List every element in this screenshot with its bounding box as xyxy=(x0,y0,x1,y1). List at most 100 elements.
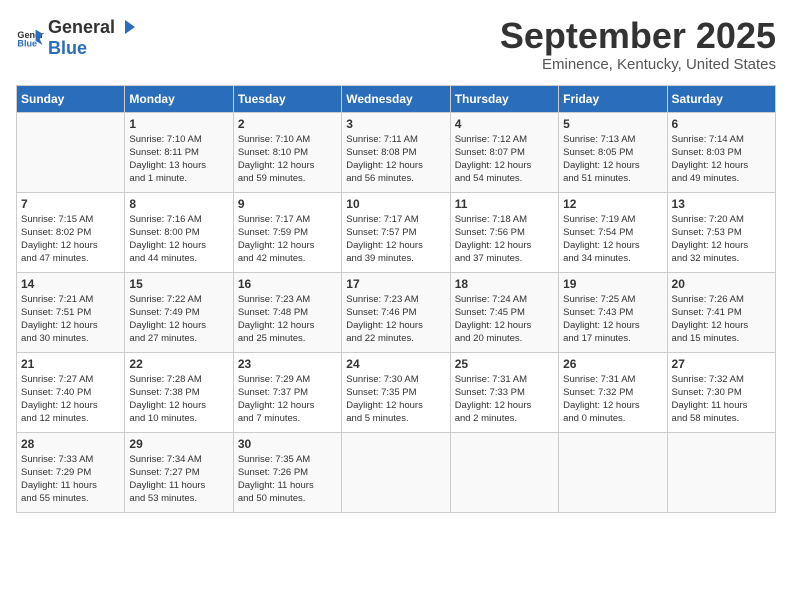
calendar-week-row: 28 Sunrise: 7:33 AM Sunset: 7:29 PM Dayli… xyxy=(17,432,776,512)
month-title: September 2025 xyxy=(500,16,776,56)
day-number: 13 xyxy=(672,197,771,211)
calendar-cell: 18Sunrise: 7:24 AM Sunset: 7:45 PM Dayli… xyxy=(450,272,558,352)
page-header: General Blue General Blue September 2025… xyxy=(16,16,776,73)
calendar-week-row: 21 Sunrise: 7:27 AM Sunset: 7:40 PM Dayli… xyxy=(17,352,776,432)
cell-content: Sunrise: 7:21 AM Sunset: 7:51 PM Dayligh… xyxy=(21,293,120,346)
weekday-header-cell: Wednesday xyxy=(342,85,450,112)
calendar-cell xyxy=(559,432,667,512)
day-number: 14 xyxy=(21,277,120,291)
cell-content: Sunrise: 7:26 AM Sunset: 7:41 PM Dayligh… xyxy=(672,293,771,346)
day-number: 11 xyxy=(455,197,554,211)
calendar-cell: 9 Sunrise: 7:17 AM Sunset: 7:59 PM Daylig… xyxy=(233,192,341,272)
cell-content: Sunrise: 7:29 AM Sunset: 7:37 PM Dayligh… xyxy=(238,373,337,426)
day-number: 22 xyxy=(129,357,228,371)
calendar-cell xyxy=(17,112,125,192)
day-number: 6 xyxy=(672,117,771,131)
calendar-week-row: 14 Sunrise: 7:21 AM Sunset: 7:51 PM Dayli… xyxy=(17,272,776,352)
calendar-cell: 11 Sunrise: 7:18 AM Sunset: 7:56 PM Dayli… xyxy=(450,192,558,272)
cell-content: Sunrise: 7:10 AM Sunset: 8:11 PM Dayligh… xyxy=(129,133,228,186)
cell-content: Sunrise: 7:12 AM Sunset: 8:07 PM Dayligh… xyxy=(455,133,554,186)
day-number: 17 xyxy=(346,277,445,291)
calendar-week-row: 7Sunrise: 7:15 AM Sunset: 8:02 PM Daylig… xyxy=(17,192,776,272)
calendar-cell xyxy=(450,432,558,512)
day-number: 15 xyxy=(129,277,228,291)
day-number: 29 xyxy=(129,437,228,451)
day-number: 4 xyxy=(455,117,554,131)
day-number: 30 xyxy=(238,437,337,451)
day-number: 12 xyxy=(563,197,662,211)
day-number: 2 xyxy=(238,117,337,131)
calendar-cell: 13 Sunrise: 7:20 AM Sunset: 7:53 PM Dayli… xyxy=(667,192,775,272)
calendar-table: SundayMondayTuesdayWednesdayThursdayFrid… xyxy=(16,85,776,513)
cell-content: Sunrise: 7:25 AM Sunset: 7:43 PM Dayligh… xyxy=(563,293,662,346)
calendar-cell xyxy=(667,432,775,512)
cell-content: Sunrise: 7:31 AM Sunset: 7:32 PM Dayligh… xyxy=(563,373,662,426)
cell-content: Sunrise: 7:11 AM Sunset: 8:08 PM Dayligh… xyxy=(346,133,445,186)
calendar-cell: 16 Sunrise: 7:23 AM Sunset: 7:48 PM Dayli… xyxy=(233,272,341,352)
day-number: 25 xyxy=(455,357,554,371)
weekday-header-cell: Thursday xyxy=(450,85,558,112)
calendar-cell: 20 Sunrise: 7:26 AM Sunset: 7:41 PM Dayli… xyxy=(667,272,775,352)
cell-content: Sunrise: 7:23 AM Sunset: 7:46 PM Dayligh… xyxy=(346,293,445,346)
day-number: 9 xyxy=(238,197,337,211)
cell-content: Sunrise: 7:32 AM Sunset: 7:30 PM Dayligh… xyxy=(672,373,771,426)
calendar-cell: 2Sunrise: 7:10 AM Sunset: 8:10 PM Daylig… xyxy=(233,112,341,192)
day-number: 26 xyxy=(563,357,662,371)
day-number: 28 xyxy=(21,437,120,451)
calendar-cell: 21 Sunrise: 7:27 AM Sunset: 7:40 PM Dayli… xyxy=(17,352,125,432)
title-block: September 2025 Eminence, Kentucky, Unite… xyxy=(500,16,776,73)
weekday-header-cell: Saturday xyxy=(667,85,775,112)
cell-content: Sunrise: 7:22 AM Sunset: 7:49 PM Dayligh… xyxy=(129,293,228,346)
calendar-week-row: 1Sunrise: 7:10 AM Sunset: 8:11 PM Daylig… xyxy=(17,112,776,192)
cell-content: Sunrise: 7:35 AM Sunset: 7:26 PM Dayligh… xyxy=(238,453,337,506)
weekday-header-row: SundayMondayTuesdayWednesdayThursdayFrid… xyxy=(17,85,776,112)
location-title: Eminence, Kentucky, United States xyxy=(500,56,776,73)
calendar-cell: 28 Sunrise: 7:33 AM Sunset: 7:29 PM Dayli… xyxy=(17,432,125,512)
calendar-cell: 27 Sunrise: 7:32 AM Sunset: 7:30 PM Dayli… xyxy=(667,352,775,432)
calendar-cell: 14 Sunrise: 7:21 AM Sunset: 7:51 PM Dayli… xyxy=(17,272,125,352)
calendar-cell: 10Sunrise: 7:17 AM Sunset: 7:57 PM Dayli… xyxy=(342,192,450,272)
cell-content: Sunrise: 7:17 AM Sunset: 7:59 PM Dayligh… xyxy=(238,213,337,266)
cell-content: Sunrise: 7:13 AM Sunset: 8:05 PM Dayligh… xyxy=(563,133,662,186)
cell-content: Sunrise: 7:31 AM Sunset: 7:33 PM Dayligh… xyxy=(455,373,554,426)
calendar-cell: 5 Sunrise: 7:13 AM Sunset: 8:05 PM Daylig… xyxy=(559,112,667,192)
cell-content: Sunrise: 7:15 AM Sunset: 8:02 PM Dayligh… xyxy=(21,213,120,266)
day-number: 16 xyxy=(238,277,337,291)
day-number: 19 xyxy=(563,277,662,291)
calendar-cell: 8Sunrise: 7:16 AM Sunset: 8:00 PM Daylig… xyxy=(125,192,233,272)
cell-content: Sunrise: 7:24 AM Sunset: 7:45 PM Dayligh… xyxy=(455,293,554,346)
calendar-cell: 4 Sunrise: 7:12 AM Sunset: 8:07 PM Daylig… xyxy=(450,112,558,192)
calendar-cell: 19 Sunrise: 7:25 AM Sunset: 7:43 PM Dayli… xyxy=(559,272,667,352)
cell-content: Sunrise: 7:20 AM Sunset: 7:53 PM Dayligh… xyxy=(672,213,771,266)
cell-content: Sunrise: 7:19 AM Sunset: 7:54 PM Dayligh… xyxy=(563,213,662,266)
calendar-cell: 15 Sunrise: 7:22 AM Sunset: 7:49 PM Dayli… xyxy=(125,272,233,352)
cell-content: Sunrise: 7:33 AM Sunset: 7:29 PM Dayligh… xyxy=(21,453,120,506)
calendar-cell: 3 Sunrise: 7:11 AM Sunset: 8:08 PM Daylig… xyxy=(342,112,450,192)
calendar-cell: 12 Sunrise: 7:19 AM Sunset: 7:54 PM Dayli… xyxy=(559,192,667,272)
day-number: 21 xyxy=(21,357,120,371)
calendar-cell: 24Sunrise: 7:30 AM Sunset: 7:35 PM Dayli… xyxy=(342,352,450,432)
calendar-cell: 29Sunrise: 7:34 AM Sunset: 7:27 PM Dayli… xyxy=(125,432,233,512)
day-number: 3 xyxy=(346,117,445,131)
logo-icon: General Blue xyxy=(16,24,44,52)
calendar-cell: 1Sunrise: 7:10 AM Sunset: 8:11 PM Daylig… xyxy=(125,112,233,192)
logo-general-text: General xyxy=(48,17,115,38)
cell-content: Sunrise: 7:16 AM Sunset: 8:00 PM Dayligh… xyxy=(129,213,228,266)
weekday-header-cell: Friday xyxy=(559,85,667,112)
calendar-cell: 17 Sunrise: 7:23 AM Sunset: 7:46 PM Dayli… xyxy=(342,272,450,352)
cell-content: Sunrise: 7:27 AM Sunset: 7:40 PM Dayligh… xyxy=(21,373,120,426)
calendar-cell: 25 Sunrise: 7:31 AM Sunset: 7:33 PM Dayli… xyxy=(450,352,558,432)
svg-text:Blue: Blue xyxy=(17,38,37,48)
cell-content: Sunrise: 7:18 AM Sunset: 7:56 PM Dayligh… xyxy=(455,213,554,266)
day-number: 20 xyxy=(672,277,771,291)
calendar-cell: 26 Sunrise: 7:31 AM Sunset: 7:32 PM Dayli… xyxy=(559,352,667,432)
calendar-cell: 30 Sunrise: 7:35 AM Sunset: 7:26 PM Dayli… xyxy=(233,432,341,512)
day-number: 5 xyxy=(563,117,662,131)
calendar-cell xyxy=(342,432,450,512)
cell-content: Sunrise: 7:23 AM Sunset: 7:48 PM Dayligh… xyxy=(238,293,337,346)
day-number: 27 xyxy=(672,357,771,371)
calendar-cell: 22Sunrise: 7:28 AM Sunset: 7:38 PM Dayli… xyxy=(125,352,233,432)
logo-arrow-icon xyxy=(117,16,139,38)
calendar-cell: 23Sunrise: 7:29 AM Sunset: 7:37 PM Dayli… xyxy=(233,352,341,432)
day-number: 10 xyxy=(346,197,445,211)
